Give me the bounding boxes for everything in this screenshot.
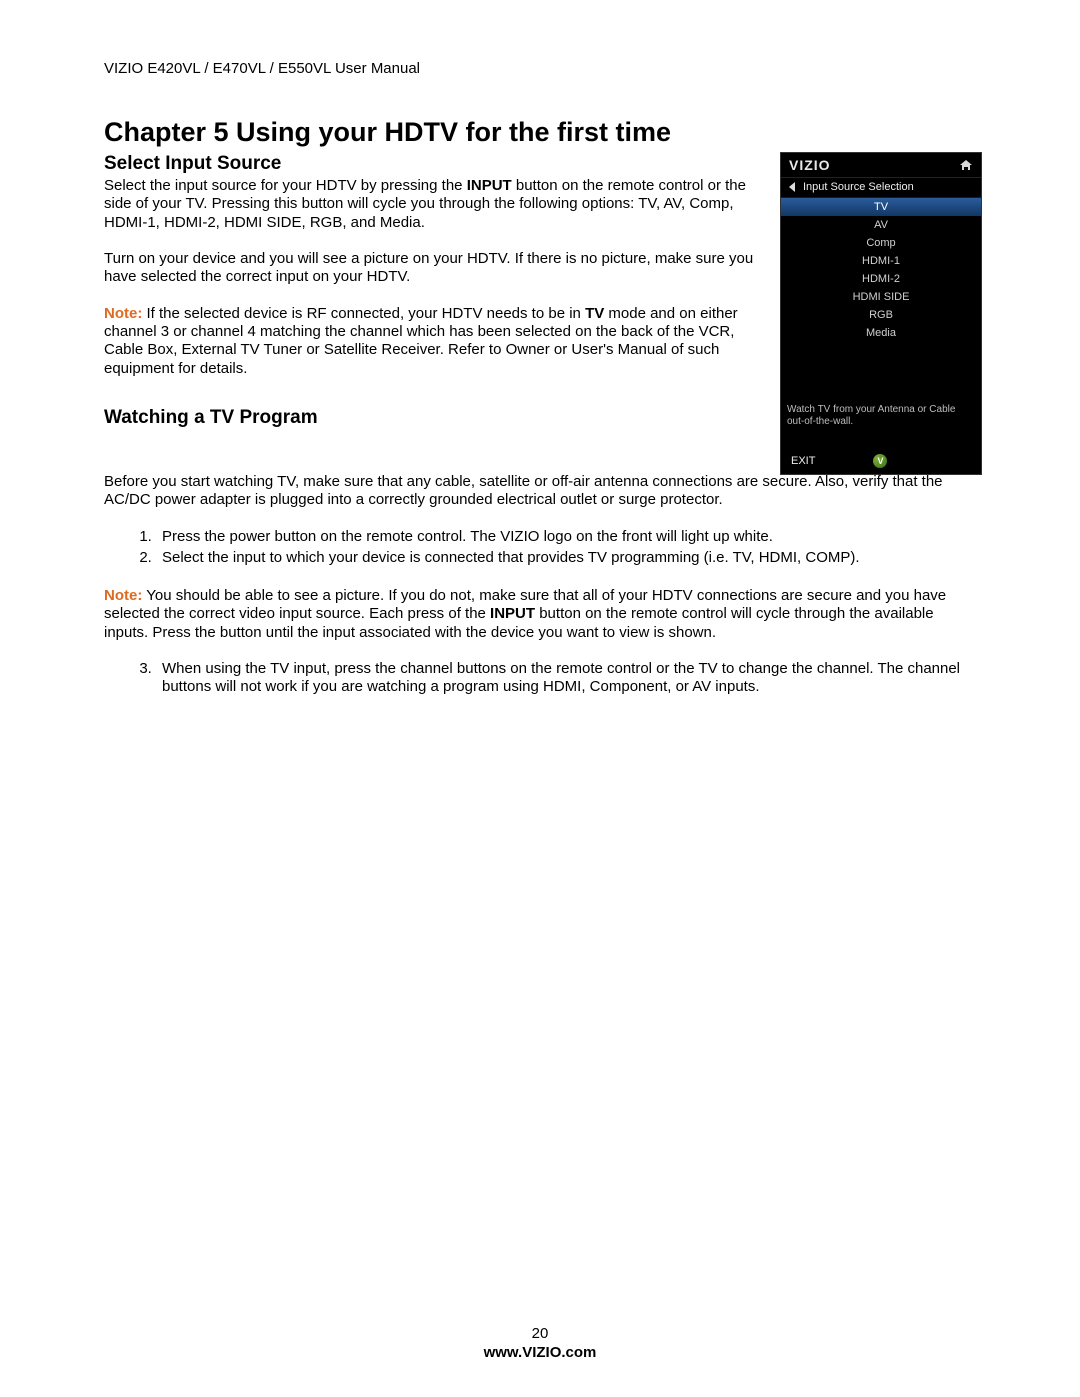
osd-logo: VIZIO [789, 157, 831, 173]
p3-a: If the selected device is RF connected, … [142, 305, 585, 322]
p3-bold: TV [585, 305, 604, 322]
osd-item-hdmi2[interactable]: HDMI-2 [781, 270, 981, 288]
osd-item-comp[interactable]: Comp [781, 234, 981, 252]
chapter-title: Chapter 5 Using your HDTV for the first … [104, 117, 980, 148]
osd-exit[interactable]: EXIT [791, 455, 815, 467]
footer-site: www.VIZIO.com [0, 1344, 1080, 1361]
note-label-1: Note: [104, 305, 142, 322]
section2-heading: Watching a TV Program [104, 406, 766, 429]
osd-spacer [781, 342, 981, 402]
osd-input-list: TV AV Comp HDMI-1 HDMI-2 HDMI SIDE RGB M… [781, 198, 981, 342]
osd-item-rgb[interactable]: RGB [781, 306, 981, 324]
section2-body: Before you start watching TV, make sure … [104, 473, 980, 697]
page-footer: 20 www.VIZIO.com [0, 1325, 1080, 1361]
osd-item-tv[interactable]: TV [781, 198, 981, 216]
section2-note: Note: You should be able to see a pictur… [104, 587, 980, 642]
note-label-2: Note: [104, 587, 142, 604]
page: VIZIO E420VL / E470VL / E550VL User Manu… [0, 0, 1080, 1397]
p1-a: Select the input source for your HDTV by… [104, 177, 467, 194]
osd-description: Watch TV from your Antenna or Cable out-… [781, 402, 981, 430]
osd-subheader: Input Source Selection [781, 178, 981, 198]
osd-item-media[interactable]: Media [781, 324, 981, 342]
step-2: Select the input to which your device is… [156, 549, 980, 567]
section1-p1: Select the input source for your HDTV by… [104, 177, 766, 232]
osd-panel: VIZIO Input Source Selection TV AV Comp … [780, 152, 982, 475]
back-icon[interactable] [789, 182, 795, 192]
home-icon[interactable] [959, 159, 973, 171]
osd-column: VIZIO Input Source Selection TV AV Comp … [780, 152, 980, 475]
section1-text: Select Input Source Select the input sou… [104, 152, 766, 431]
v-badge-icon[interactable]: V [873, 454, 887, 468]
step-3: When using the TV input, press the chann… [156, 660, 980, 697]
note-bold: INPUT [490, 605, 535, 622]
steps-b: When using the TV input, press the chann… [104, 660, 980, 697]
osd-bottom-bar: EXIT V [781, 448, 981, 474]
steps-a: Press the power button on the remote con… [104, 528, 980, 568]
section1-p2: Turn on your device and you will see a p… [104, 250, 766, 287]
section2-intro: Before you start watching TV, make sure … [104, 473, 980, 510]
osd-top-bar: VIZIO [781, 153, 981, 178]
osd-title: Input Source Selection [803, 181, 914, 193]
p1-bold: INPUT [467, 177, 512, 194]
doc-header: VIZIO E420VL / E470VL / E550VL User Manu… [104, 60, 980, 77]
osd-item-hdmiside[interactable]: HDMI SIDE [781, 288, 981, 306]
osd-item-hdmi1[interactable]: HDMI-1 [781, 252, 981, 270]
step-1: Press the power button on the remote con… [156, 528, 980, 546]
section1-note: Note: If the selected device is RF conne… [104, 305, 766, 378]
section-select-input: Select Input Source Select the input sou… [104, 152, 980, 475]
osd-item-av[interactable]: AV [781, 216, 981, 234]
section1-heading: Select Input Source [104, 152, 766, 175]
page-number: 20 [0, 1325, 1080, 1342]
